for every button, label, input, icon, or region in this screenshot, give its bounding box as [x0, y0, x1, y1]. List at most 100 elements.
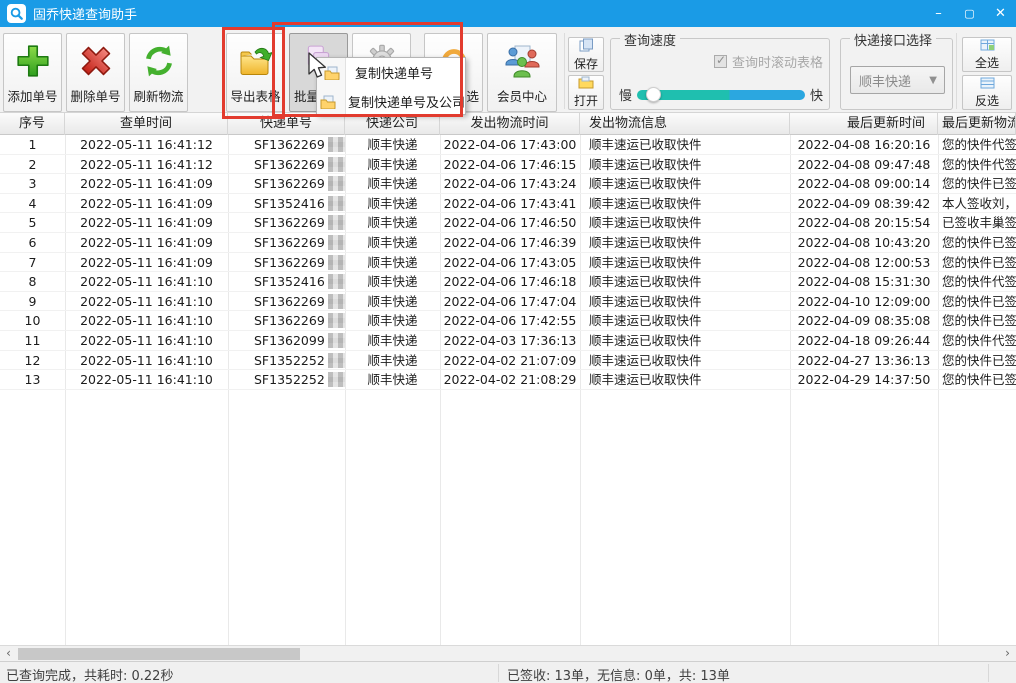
redacted-mosaic [328, 176, 345, 191]
refresh-icon [141, 42, 177, 84]
redacted-mosaic [328, 313, 345, 328]
table-row[interactable]: 12022-05-11 16:41:12SF1362269顺丰快递2022-04… [0, 135, 1016, 155]
cell-index: 2 [0, 155, 65, 175]
cell-index: 4 [0, 194, 65, 214]
cell-dispatch-info: 顺丰速运已收取快件 [580, 155, 790, 175]
table-row[interactable]: 112022-05-11 16:41:10SF1362099顺丰快递2022-0… [0, 331, 1016, 351]
cell-update-time: 2022-04-08 15:31:30 [790, 272, 938, 292]
cell-dispatch-time: 2022-04-06 17:43:41 [440, 194, 580, 214]
table-row[interactable]: 102022-05-11 16:41:10SF1362269顺丰快递2022-0… [0, 311, 1016, 331]
mouse-cursor-icon [306, 52, 328, 86]
table-row[interactable]: 52022-05-11 16:41:09SF1362269顺丰快递2022-04… [0, 213, 1016, 233]
cell-company: 顺丰快递 [345, 311, 440, 331]
button-label: 选 [466, 86, 482, 105]
column-header-latest-info[interactable]: 最后更新物流 [938, 113, 1016, 135]
chevron-down-icon: ▼ [929, 75, 944, 86]
close-button[interactable]: ✕ [985, 0, 1016, 27]
cell-dispatch-info: 顺丰速运已收取快件 [580, 213, 790, 233]
courier-select[interactable]: 顺丰快递 ▼ [850, 66, 945, 94]
column-header-index[interactable]: 序号 [0, 113, 65, 135]
table-row[interactable]: 122022-05-11 16:41:10SF1352252顺丰快递2022-0… [0, 351, 1016, 371]
redacted-mosaic [328, 255, 345, 270]
cell-query-time: 2022-05-11 16:41:10 [65, 351, 228, 371]
member-center-button[interactable]: 会员中心 [487, 33, 557, 112]
cell-dispatch-info: 顺丰速运已收取快件 [580, 135, 790, 155]
button-label: 反选 [975, 92, 999, 109]
toolbar-divider [564, 33, 565, 109]
cell-index: 6 [0, 233, 65, 253]
speed-slider[interactable] [637, 90, 805, 100]
table-row[interactable]: 82022-05-11 16:41:10SF1352416顺丰快递2022-04… [0, 272, 1016, 292]
cell-update-time: 2022-04-10 12:09:00 [790, 292, 938, 312]
scroll-right-arrow[interactable]: › [999, 646, 1016, 661]
checkbox-box-icon[interactable]: ✓ [714, 55, 727, 68]
grid-table-icon [980, 39, 995, 54]
titlebar: 固乔快递查询助手 – ▢ ✕ [0, 0, 1016, 27]
table-row[interactable]: 22022-05-11 16:41:12SF1362269顺丰快递2022-04… [0, 155, 1016, 175]
group-title: 快递接口选择 [850, 30, 936, 49]
cell-index: 5 [0, 213, 65, 233]
red-cross-icon [78, 42, 114, 84]
minimize-button[interactable]: – [923, 0, 954, 27]
window-controls: – ▢ ✕ [923, 0, 1016, 27]
table-row[interactable]: 42022-05-11 16:41:09SF1352416顺丰快递2022-04… [0, 194, 1016, 214]
redacted-mosaic [328, 137, 345, 152]
table-row[interactable]: 62022-05-11 16:41:09SF1362269顺丰快递2022-04… [0, 233, 1016, 253]
cell-latest-info: 您的快件已签 [938, 351, 1016, 371]
slider-thumb[interactable] [646, 87, 661, 102]
cell-dispatch-time: 2022-04-03 17:36:13 [440, 331, 580, 351]
table-row[interactable]: 132022-05-11 16:41:10SF1352252顺丰快递2022-0… [0, 370, 1016, 390]
cell-index: 10 [0, 311, 65, 331]
cell-dispatch-time: 2022-04-06 17:46:18 [440, 272, 580, 292]
table-row[interactable]: 32022-05-11 16:41:09SF1362269顺丰快递2022-04… [0, 174, 1016, 194]
cell-update-time: 2022-04-08 09:00:14 [790, 174, 938, 194]
table-row[interactable]: 92022-05-11 16:41:10SF1362269顺丰快递2022-04… [0, 292, 1016, 312]
cell-latest-info: 您的快件已签 [938, 292, 1016, 312]
cell-tracking-no: SF1362269 [228, 253, 345, 273]
cell-tracking-no: SF1362099 [228, 331, 345, 351]
maximize-button[interactable]: ▢ [954, 0, 985, 27]
cell-dispatch-time: 2022-04-06 17:42:55 [440, 311, 580, 331]
scroll-left-arrow[interactable]: ‹ [0, 646, 17, 661]
cell-tracking-no: SF1362269 [228, 155, 345, 175]
invert-select-button[interactable]: 反选 [962, 75, 1012, 110]
cell-dispatch-info: 顺丰速运已收取快件 [580, 351, 790, 371]
query-speed-group: 查询速度 ✓ 查询时滚动表格 慢 快 [610, 38, 830, 110]
table-header-row: 序号 查单时间 快递单号 快递公司 发出物流时间 发出物流信息 最后更新时间 最… [0, 113, 1016, 135]
cell-update-time: 2022-04-27 13:36:13 [790, 351, 938, 371]
column-header-update-time[interactable]: 最后更新时间 [790, 113, 938, 135]
save-button[interactable]: 保存 [568, 37, 604, 72]
cell-update-time: 2022-04-29 14:37:50 [790, 370, 938, 390]
cell-update-time: 2022-04-08 20:15:54 [790, 213, 938, 233]
cell-tracking-no: SF1362269 [228, 311, 345, 331]
people-group-icon [502, 42, 542, 84]
cell-dispatch-info: 顺丰速运已收取快件 [580, 272, 790, 292]
cell-query-time: 2022-05-11 16:41:09 [65, 213, 228, 233]
cell-dispatch-time: 2022-04-06 17:46:50 [440, 213, 580, 233]
redacted-mosaic [328, 157, 345, 172]
button-label: 保存 [574, 55, 598, 72]
cell-tracking-no: SF1352416 [228, 194, 345, 214]
cell-query-time: 2022-05-11 16:41:10 [65, 331, 228, 351]
add-order-button[interactable]: 添加单号 [3, 33, 62, 112]
toolbar-divider [956, 33, 957, 109]
redacted-mosaic [328, 274, 345, 289]
cell-tracking-no: SF1362269 [228, 233, 345, 253]
scrollbar-thumb[interactable] [18, 648, 300, 660]
redacted-mosaic [328, 294, 345, 309]
cell-update-time: 2022-04-08 09:47:48 [790, 155, 938, 175]
delete-order-button[interactable]: 删除单号 [66, 33, 125, 112]
cell-dispatch-info: 顺丰速运已收取快件 [580, 370, 790, 390]
horizontal-scrollbar[interactable]: ‹ › [0, 645, 1016, 661]
table-row[interactable]: 72022-05-11 16:41:09SF1362269顺丰快递2022-04… [0, 253, 1016, 273]
select-all-button[interactable]: 全选 [962, 37, 1012, 72]
scroll-table-checkbox[interactable]: ✓ 查询时滚动表格 [714, 52, 823, 71]
cell-company: 顺丰快递 [345, 292, 440, 312]
open-button[interactable]: 打开 [568, 75, 604, 110]
cell-tracking-no: SF1362269 [228, 213, 345, 233]
column-header-query-time[interactable]: 查单时间 [65, 113, 228, 135]
refresh-logistics-button[interactable]: 刷新物流 [129, 33, 188, 112]
cell-tracking-no: SF1352416 [228, 272, 345, 292]
column-header-dispatch-info[interactable]: 发出物流信息 [580, 113, 790, 135]
list-table-icon [980, 77, 995, 92]
